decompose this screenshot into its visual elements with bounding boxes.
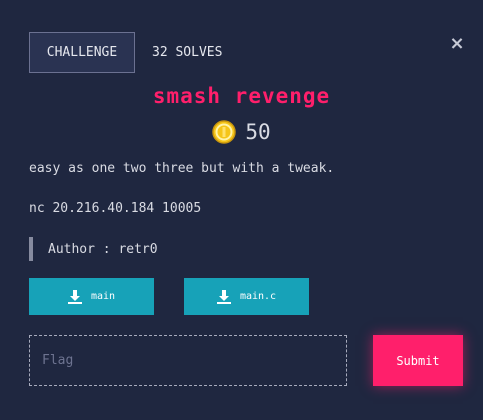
close-icon[interactable]: × <box>448 35 466 53</box>
file-label: main <box>90 291 116 302</box>
file-button-main-c[interactable]: main.c <box>184 278 309 315</box>
coin-icon <box>212 120 237 144</box>
challenge-points: 50 <box>0 120 483 144</box>
flag-input[interactable] <box>29 335 347 386</box>
submit-button[interactable]: Submit <box>373 335 463 386</box>
author-quote: Author : retr0 <box>29 237 158 261</box>
download-icon <box>216 289 231 304</box>
challenge-description: easy as one two three but with a tweak. <box>29 161 335 176</box>
file-label: main.c <box>239 291 277 302</box>
points-value: 50 <box>245 120 271 144</box>
author-label: Author : retr0 <box>48 241 158 257</box>
connection-info: nc 20.216.40.184 10005 <box>29 201 202 216</box>
modal-tabs: CHALLENGE 32 SOLVES <box>29 32 222 73</box>
file-button-main[interactable]: main <box>29 278 154 315</box>
download-icon <box>67 289 82 304</box>
tab-solves[interactable]: 32 SOLVES <box>152 45 222 60</box>
challenge-modal: CHALLENGE 32 SOLVES × smash revenge 50 e… <box>0 0 483 420</box>
challenge-title: smash revenge <box>152 84 331 108</box>
tab-challenge[interactable]: CHALLENGE <box>29 32 135 73</box>
